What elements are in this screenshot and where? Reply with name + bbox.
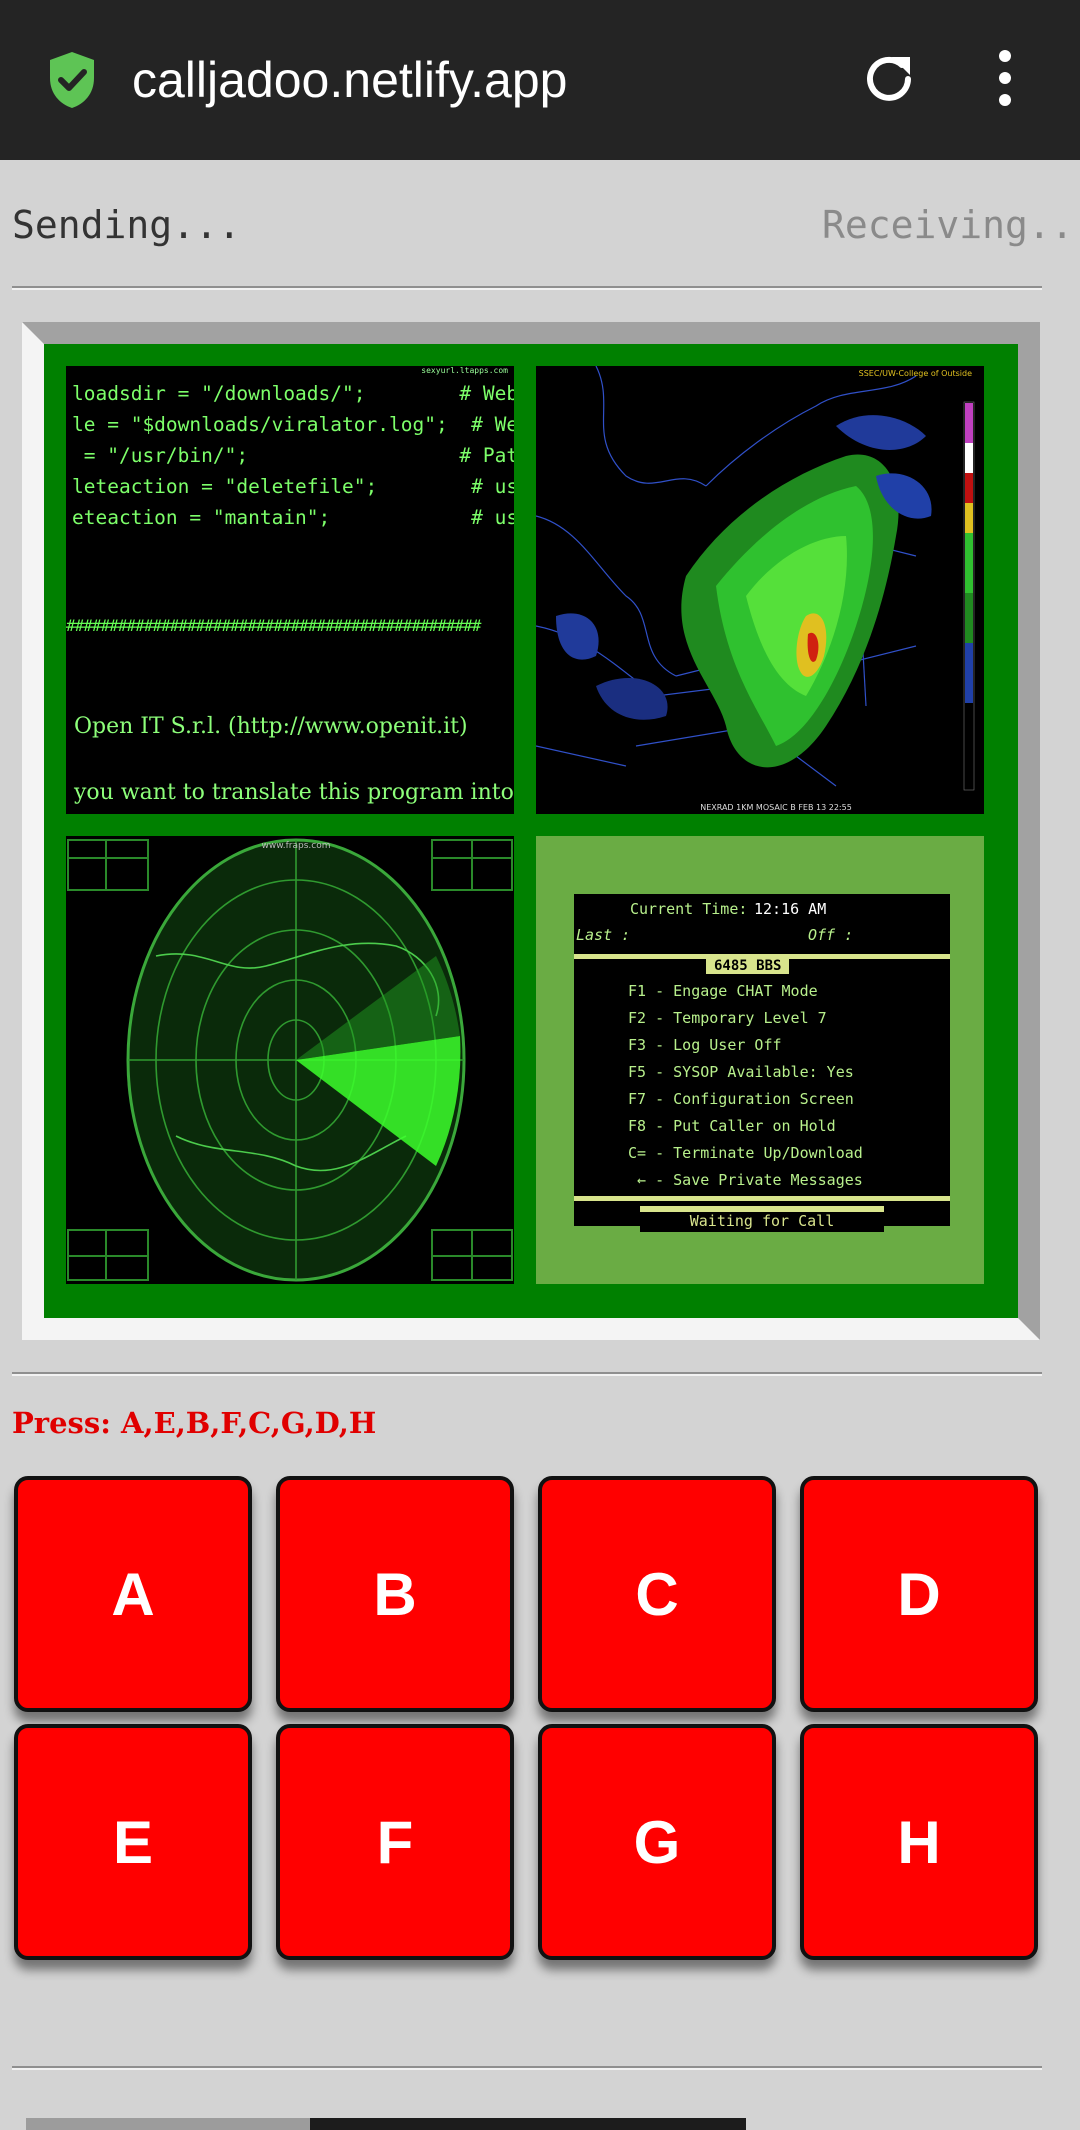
key-f-button[interactable]: F [276, 1724, 514, 1960]
bbs-menu-item: ← - Save Private Messages [628, 1171, 863, 1189]
weather-radar-screen[interactable]: SSEC/UW-College of Outside NEXRAD 1KM MO… [536, 366, 984, 814]
code-hash-line: ########################################… [66, 616, 481, 635]
reload-icon[interactable] [858, 48, 920, 110]
code-terminal-screen[interactable]: sexyurl.ltapps.com loadsdir = "/download… [66, 366, 514, 814]
browser-toolbar: calljadoo.netlify.app [0, 0, 1080, 160]
key-c-button[interactable]: C [538, 1476, 776, 1712]
divider [12, 2066, 1042, 2070]
address-bar-url[interactable]: calljadoo.netlify.app [132, 50, 567, 110]
overflow-menu-icon[interactable] [990, 48, 1020, 108]
bbs-time-value: 12:16 AM [754, 900, 827, 918]
code-line: leteaction = "deletefile"; # use [72, 475, 514, 498]
code-translate-line: you want to translate this program into [74, 780, 514, 805]
bbs-menu-item: F8 - Put Caller on Hold [628, 1117, 836, 1135]
key-h-button[interactable]: H [800, 1724, 1038, 1960]
bbs-waiting-status: Waiting for Call [640, 1206, 884, 1232]
radar-footer: NEXRAD 1KM MOSAIC B FEB 13 22:55 [700, 803, 852, 812]
bbs-off-label: Off : [808, 926, 854, 944]
code-line: = "/usr/bin/"; # Pat [72, 444, 514, 467]
bbs-menu-item: F2 - Temporary Level 7 [628, 1009, 827, 1027]
bbs-menu-item: F7 - Configuration Screen [628, 1090, 854, 1108]
key-b-button[interactable]: B [276, 1476, 514, 1712]
radar-sweep-screen[interactable]: www.fraps.com [66, 836, 514, 1284]
weather-map-graphic: SSEC/UW-College of Outside NEXRAD 1KM MO… [536, 366, 984, 814]
bbs-menu-item: F3 - Log User Off [628, 1036, 782, 1054]
press-sequence-prompt: Press: A,E,B,F,C,G,D,H [12, 1406, 377, 1440]
bbs-menu-item: F1 - Engage CHAT Mode [628, 982, 818, 1000]
receiving-status: Receiving... [822, 203, 1080, 247]
code-line: loadsdir = "/downloads/"; # Web [72, 382, 514, 405]
divider [12, 1372, 1042, 1376]
key-e-button[interactable]: E [14, 1724, 252, 1960]
secure-shield-icon [50, 52, 94, 108]
code-line: le = "$downloads/viralator.log"; # Web [72, 413, 514, 436]
sending-status: Sending... [12, 203, 241, 247]
bbs-menu-item: C= - Terminate Up/Download [628, 1144, 863, 1162]
bbs-last-label: Last : [576, 926, 631, 944]
radar-sweep-graphic: www.fraps.com [66, 836, 514, 1284]
sweep-label: www.fraps.com [262, 841, 331, 851]
screen-grid: sexyurl.ltapps.com loadsdir = "/download… [66, 366, 996, 1294]
radar-header: SSEC/UW-College of Outside [859, 369, 972, 378]
key-d-button[interactable]: D [800, 1476, 1038, 1712]
key-a-button[interactable]: A [14, 1476, 252, 1712]
bbs-divider [574, 1196, 950, 1201]
divider [12, 286, 1042, 290]
bbs-menu-item: F5 - SYSOP Available: Yes [628, 1063, 854, 1081]
bbs-console: Current Time: 12:16 AM Last : Off : 6485… [574, 894, 950, 1232]
bbs-time-label: Current Time: [630, 900, 748, 918]
key-g-button[interactable]: G [538, 1724, 776, 1960]
bottom-progress-bar [26, 2118, 746, 2130]
code-company-line: Open IT S.r.l. (http://www.openit.it) [74, 714, 468, 739]
screen-frame: sexyurl.ltapps.com loadsdir = "/download… [22, 322, 1040, 1340]
bbs-title: 6485 BBS [706, 958, 790, 974]
keypad: A B C D E F G H [14, 1476, 1042, 1962]
bbs-terminal-screen[interactable]: Current Time: 12:16 AM Last : Off : 6485… [536, 836, 984, 1284]
bottom-progress-segment [26, 2118, 310, 2130]
code-line: eteaction = "mantain"; # use [72, 506, 514, 529]
code-credit: sexyurl.ltapps.com [421, 366, 508, 375]
